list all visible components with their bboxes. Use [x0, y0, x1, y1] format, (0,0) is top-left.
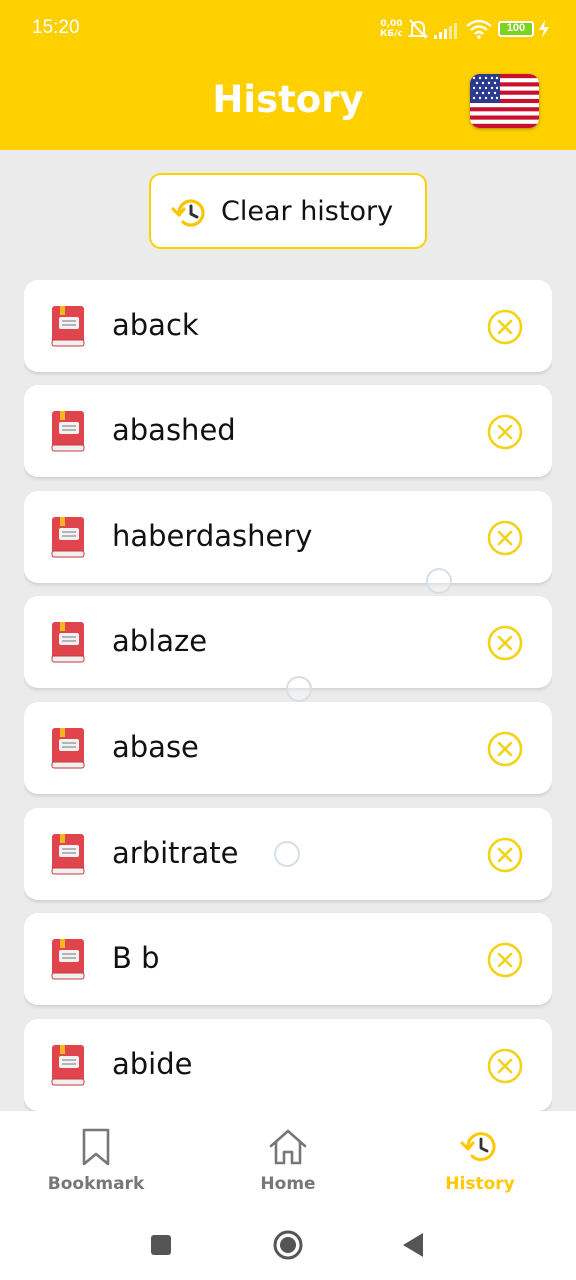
book-icon	[50, 728, 86, 774]
clear-history-label: Clear history	[221, 196, 394, 227]
book-icon	[50, 1045, 86, 1091]
home-circle-icon[interactable]	[272, 1229, 304, 1265]
remove-item-icon[interactable]	[487, 731, 523, 771]
battery-indicator: 100	[498, 21, 534, 37]
wifi-icon	[466, 19, 492, 43]
history-item[interactable]: abase	[24, 702, 552, 794]
history-item[interactable]: haberdashery	[24, 491, 552, 583]
history-word: abase	[112, 730, 199, 764]
remove-item-icon[interactable]	[487, 414, 523, 454]
book-icon	[50, 411, 86, 457]
mute-notification-icon	[407, 18, 429, 44]
nav-history[interactable]: History	[384, 1111, 576, 1211]
nav-label: Home	[260, 1174, 316, 1194]
book-icon	[50, 834, 86, 880]
network-speed: 0,00 КБ/с	[380, 19, 403, 39]
history-item[interactable]: ablaze	[24, 596, 552, 688]
status-bar: 15:20 0,00 КБ/с 100	[0, 0, 576, 58]
bottom-navigation: Bookmark Home History	[0, 1111, 576, 1211]
history-item[interactable]: aback	[24, 280, 552, 372]
status-time: 15:20	[32, 17, 80, 38]
history-word: aback	[112, 308, 199, 342]
history-word: abide	[112, 1047, 193, 1081]
nav-label: History	[445, 1174, 515, 1194]
history-item[interactable]: B b	[24, 913, 552, 1005]
remove-item-icon[interactable]	[487, 1048, 523, 1088]
remove-item-icon[interactable]	[487, 837, 523, 877]
history-word: B b	[112, 941, 160, 975]
history-word: ablaze	[112, 624, 208, 658]
touch-indicator	[426, 568, 452, 594]
book-icon	[50, 306, 86, 352]
book-icon	[50, 517, 86, 563]
book-icon	[50, 939, 86, 985]
clear-history-button[interactable]: Clear history	[149, 173, 427, 249]
home-icon	[268, 1127, 308, 1171]
history-icon	[460, 1127, 500, 1171]
bookmark-icon	[76, 1127, 116, 1171]
remove-item-icon[interactable]	[487, 942, 523, 982]
system-navigation-bar	[0, 1211, 576, 1280]
history-word: abashed	[112, 413, 236, 447]
touch-indicator	[274, 841, 300, 867]
history-icon	[171, 195, 209, 235]
nav-bookmark[interactable]: Bookmark	[0, 1111, 192, 1211]
history-word: arbitrate	[112, 836, 239, 870]
app-header: 15:20 0,00 КБ/с 100 History	[0, 0, 576, 150]
remove-item-icon[interactable]	[487, 625, 523, 665]
history-word: haberdashery	[112, 519, 313, 553]
history-item[interactable]: abashed	[24, 385, 552, 477]
nav-home[interactable]: Home	[192, 1111, 384, 1211]
recent-apps-icon[interactable]	[150, 1234, 172, 1260]
charging-icon	[538, 20, 550, 42]
nav-label: Bookmark	[47, 1174, 145, 1194]
remove-item-icon[interactable]	[487, 309, 523, 349]
touch-indicator	[286, 676, 312, 702]
back-icon[interactable]	[401, 1232, 425, 1262]
signal-icon	[434, 21, 460, 43]
book-icon	[50, 622, 86, 668]
history-item[interactable]: abide	[24, 1019, 552, 1111]
remove-item-icon[interactable]	[487, 520, 523, 560]
us-flag-icon[interactable]	[470, 74, 539, 128]
